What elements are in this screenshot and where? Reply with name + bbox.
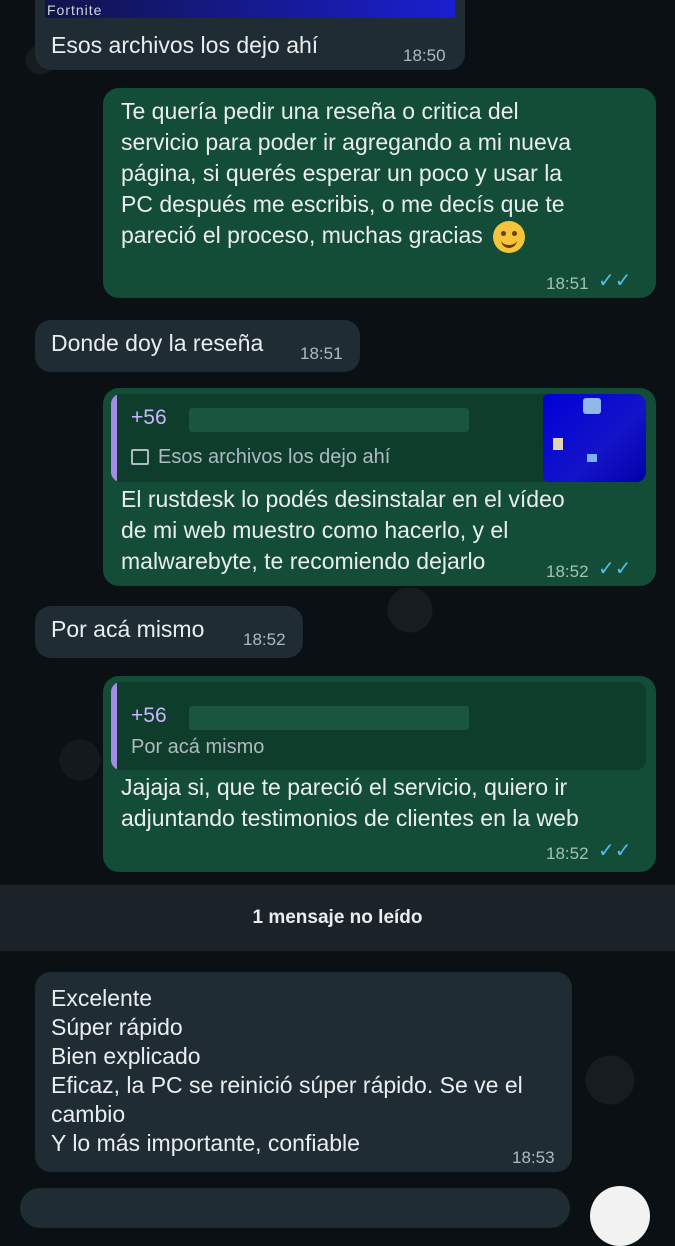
- double-check-read-icon: ✓✓: [598, 270, 632, 292]
- message-text: El rustdesk lo podés desinstalar en el v…: [121, 486, 565, 574]
- quote-text: Esos archivos los dejo ahí: [158, 446, 391, 468]
- desktop-app-icon: [583, 398, 601, 414]
- unread-messages-divider: 1 mensaje no leído: [0, 885, 675, 951]
- outgoing-message[interactable]: Te quería pedir una reseña o critica del…: [103, 88, 656, 298]
- incoming-message[interactable]: Por acá mismo 18:52: [35, 606, 303, 658]
- quoted-message[interactable]: +56 Por acá mismo: [111, 682, 646, 770]
- top-partial-bubble: Fortnite Esos archivos los dejo ahí 18:5…: [35, 0, 465, 70]
- quote-text: Por acá mismo: [131, 736, 265, 758]
- message-text: Esos archivos los dejo ahí: [51, 32, 319, 58]
- partial-media-label: Fortnite: [47, 2, 103, 18]
- message-time: 18:53: [512, 1148, 555, 1167]
- message-time: 18:52: [546, 844, 589, 863]
- smiling-emoji-icon: [493, 220, 526, 253]
- partial-media-strip: [45, 0, 455, 18]
- desktop-app-icon: [587, 454, 597, 462]
- quote-accent-bar: [111, 394, 117, 482]
- message-text: Jajaja si, que te pareció el servicio, q…: [121, 774, 579, 831]
- outgoing-reply-message[interactable]: +56 Por acá mismo Jajaja si, que te pare…: [103, 676, 656, 872]
- incoming-message[interactable]: Excelente Súper rápido Bien explicado Ef…: [35, 972, 572, 1172]
- quote-accent-bar: [111, 682, 117, 770]
- quote-author: +56: [131, 406, 167, 429]
- send-button-partial[interactable]: [590, 1186, 650, 1246]
- redacted-phone: [189, 706, 469, 730]
- redacted-phone: [189, 408, 469, 432]
- message-text: Excelente Súper rápido Bien explicado Ef…: [51, 985, 523, 1156]
- outgoing-reply-message[interactable]: +56 Esos archivos los dejo ahí El rustde…: [103, 388, 656, 586]
- message-text: Donde doy la reseña: [51, 330, 264, 356]
- message-time: 18:50: [403, 46, 446, 65]
- message-input-bar-partial[interactable]: [20, 1188, 570, 1228]
- double-check-read-icon: ✓✓: [598, 840, 632, 862]
- message-time: 18:52: [546, 562, 589, 581]
- desktop-app-icon: [553, 438, 563, 450]
- quoted-image-thumbnail: [543, 394, 646, 482]
- quote-author: +56: [131, 704, 167, 727]
- message-time: 18:52: [243, 630, 286, 649]
- message-time: 18:51: [300, 344, 343, 363]
- quoted-message[interactable]: +56 Esos archivos los dejo ahí: [111, 394, 646, 482]
- double-check-read-icon: ✓✓: [598, 558, 632, 580]
- message-time: 18:51: [546, 274, 589, 293]
- incoming-message[interactable]: Donde doy la reseña 18:51: [35, 320, 360, 372]
- message-text: Por acá mismo: [51, 616, 205, 642]
- image-icon: [131, 449, 149, 465]
- message-text: Te quería pedir una reseña o critica del…: [121, 96, 571, 253]
